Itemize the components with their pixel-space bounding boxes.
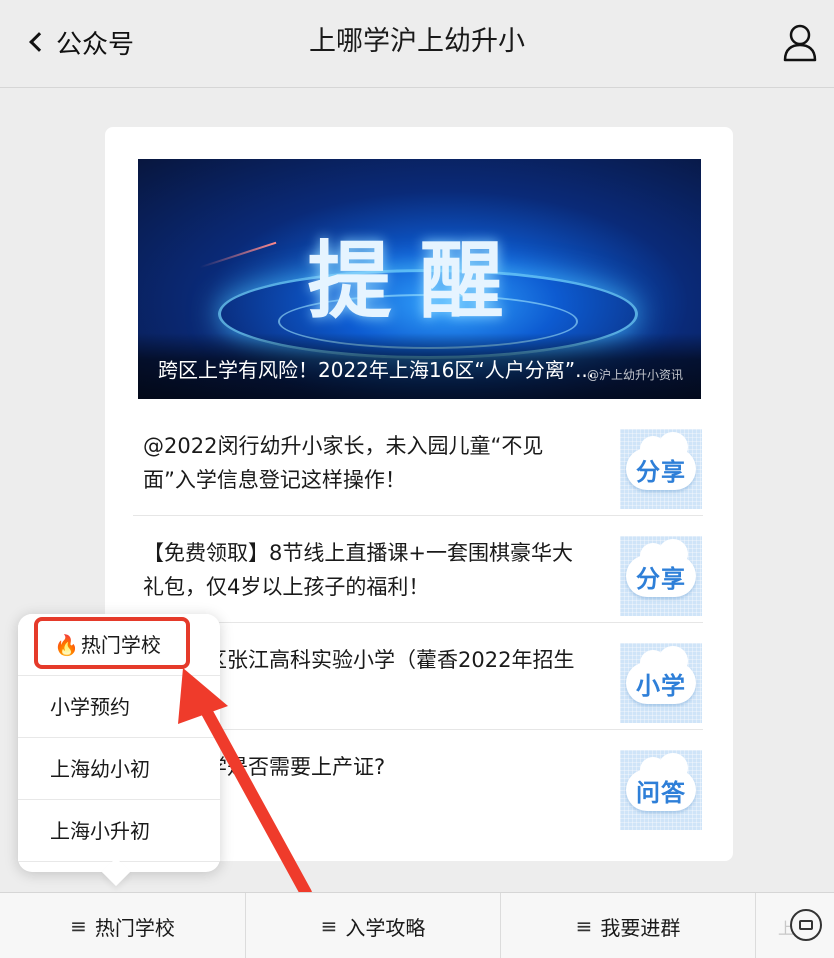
article-thumbnail: 小学 xyxy=(620,643,702,723)
menu-icon: ≡ xyxy=(320,914,338,938)
tab-hot-schools[interactable]: ≡ 热门学校 xyxy=(0,893,245,958)
tab-label: 热门学校 xyxy=(94,915,175,940)
highlight-box xyxy=(34,617,190,669)
submenu-item-kindergarten-primary[interactable]: 上海幼小初 xyxy=(18,738,220,800)
thumb-label: 分享 xyxy=(636,564,686,593)
article-title: @2022闵行幼升小家长，未入园儿童“不见面”入学信息登记这样操作！ xyxy=(143,434,544,492)
thumb-label: 问答 xyxy=(636,778,686,807)
tab-label: 入学攻略 xyxy=(345,915,426,940)
keyboard-icon[interactable] xyxy=(790,909,822,941)
cloud-icon: 分享 xyxy=(626,432,696,490)
page-title: 上哪学沪上幼升小 xyxy=(309,26,525,57)
banner-article[interactable]: 提醒 跨区上学有风险！2022年上海16区“人户分离”... @沪上幼升小资讯 xyxy=(138,159,701,399)
top-nav-bar: 公众号 上哪学沪上幼升小 xyxy=(0,0,834,88)
submenu-item-label: 小学预约 xyxy=(50,695,130,719)
popup-tail xyxy=(101,857,131,887)
submenu-item-primary-to-middle[interactable]: 上海小升初 xyxy=(18,800,220,862)
thumb-label: 分享 xyxy=(636,457,686,486)
list-item[interactable]: @2022闵行幼升小家长，未入园儿童“不见面”入学信息登记这样操作！ 分享 xyxy=(133,409,703,516)
tab-join-group[interactable]: ≡ 我要进群 xyxy=(500,893,755,958)
tab-enrollment-guide[interactable]: ≡ 入学攻略 xyxy=(245,893,500,958)
tab-overflow[interactable]: 上海 xyxy=(755,893,834,958)
menu-icon: ≡ xyxy=(70,914,87,938)
submenu-item-label: 上海小升初 xyxy=(50,819,150,843)
list-item[interactable]: 【免费领取】8节线上直播课+一套围棋豪华大礼包，仅4岁以上孩子的福利！ 分享 xyxy=(133,516,703,623)
submenu-item-label: 上海幼小初 xyxy=(50,757,150,781)
user-icon[interactable] xyxy=(782,22,818,62)
banner-watermark: @沪上幼升小资讯 xyxy=(586,368,683,382)
bottom-menu-bar: ≡ 热门学校 ≡ 入学攻略 ≡ 我要进群 上海 xyxy=(0,892,834,958)
cloud-icon: 问答 xyxy=(626,753,696,811)
cloud-icon: 分享 xyxy=(626,539,696,597)
thumb-label: 小学 xyxy=(636,671,686,700)
article-thumbnail: 分享 xyxy=(620,429,702,509)
submenu-item-primary-booking[interactable]: 小学预约 xyxy=(18,676,220,738)
tab-label: 我要进群 xyxy=(600,915,681,940)
article-title: 【免费领取】8节线上直播课+一套围棋豪华大礼包，仅4岁以上孩子的福利！ xyxy=(143,541,573,599)
article-thumbnail: 分享 xyxy=(620,536,702,616)
menu-icon: ≡ xyxy=(575,914,593,938)
banner-headline: 提醒 xyxy=(307,231,532,330)
article-thumbnail: 问答 xyxy=(620,750,702,830)
cloud-icon: 小学 xyxy=(626,646,696,704)
